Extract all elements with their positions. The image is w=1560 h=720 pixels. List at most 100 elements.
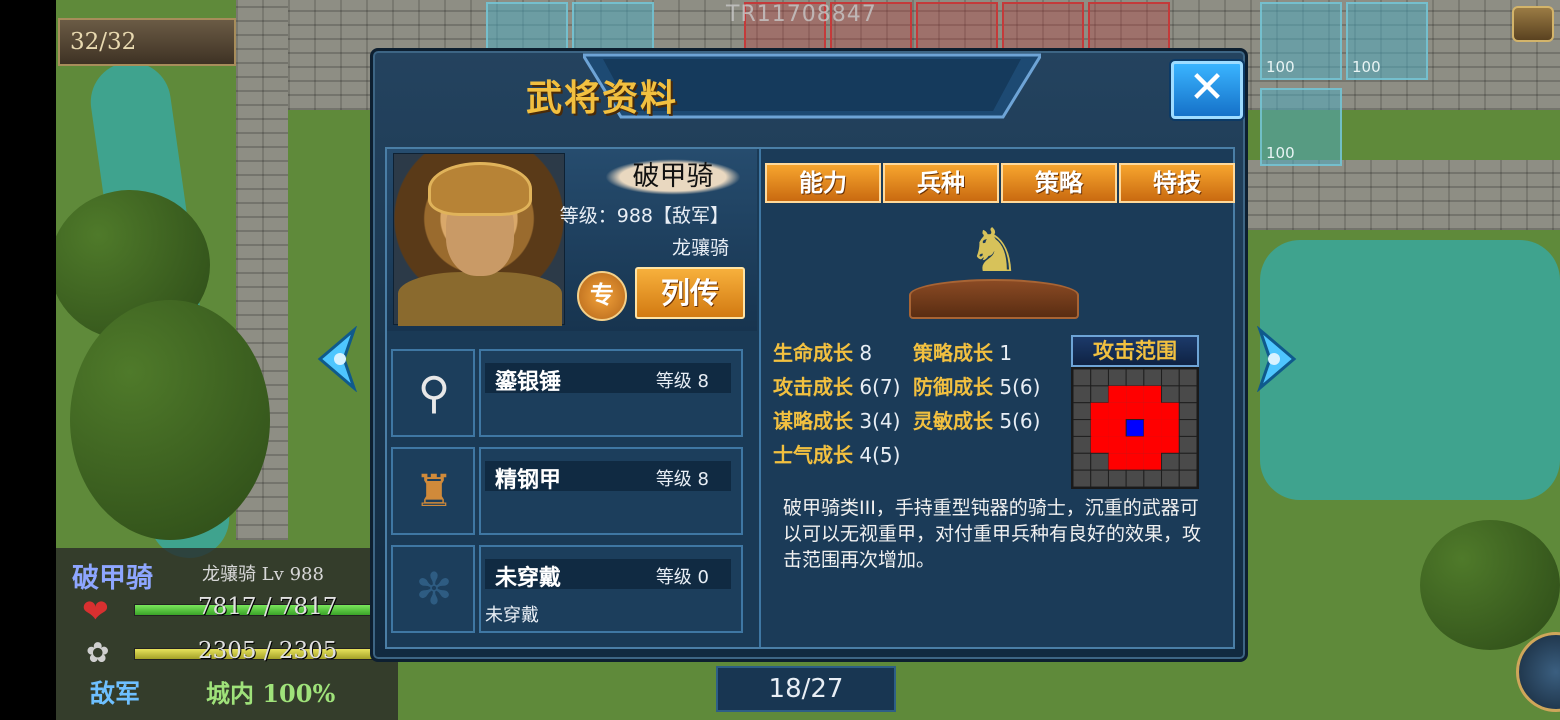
general-class: 龙骧骑 xyxy=(671,237,729,259)
equipment-name-bar: 未穿戴 等级 0 xyxy=(485,559,731,591)
stat-agility-growth: 灵敏成长 5(6) xyxy=(913,405,1040,434)
prev-arrow-icon[interactable] xyxy=(310,326,360,392)
tile-value: 100 xyxy=(1266,144,1295,162)
range-cell-empty xyxy=(1073,385,1092,404)
next-arrow-icon[interactable] xyxy=(1254,326,1304,392)
range-cell-empty xyxy=(1125,369,1145,387)
range-cell-reach xyxy=(1161,419,1180,437)
range-cell-reach xyxy=(1090,402,1109,420)
stat-attack-growth: 攻击成长 6(7) xyxy=(773,371,900,400)
stat-defense-growth: 防御成长 5(6) xyxy=(913,371,1040,400)
range-cell-reach xyxy=(1090,436,1109,454)
portrait-armor xyxy=(398,272,562,326)
detail-panel: 能力 兵种 策略 特技 ♞ 生命成长 8 策略成长 1 攻击成长 6(7) 防御… xyxy=(759,149,1235,647)
city-wall-right xyxy=(1240,160,1560,230)
range-cell-empty xyxy=(1178,419,1197,437)
range-cell-empty xyxy=(1073,402,1092,421)
hammer-icon: ⚲ xyxy=(417,368,451,419)
range-cell-reach xyxy=(1143,385,1162,403)
range-cell-reach xyxy=(1161,436,1180,454)
equipment-sub: 未穿戴 xyxy=(485,605,539,626)
equipment-slot-armor[interactable]: ♜ 精钢甲 等级 8 xyxy=(391,447,743,535)
range-cell-reach xyxy=(1126,436,1144,454)
range-cell-empty xyxy=(1073,435,1092,454)
range-cell-reach xyxy=(1108,419,1127,437)
stat-morale-growth: 士气成长 4(5) xyxy=(773,439,900,468)
range-cell-empty xyxy=(1161,385,1180,404)
range-cell-reach xyxy=(1143,419,1162,437)
turn-counter: 32/32 xyxy=(58,18,236,66)
range-cell-empty xyxy=(1178,469,1197,487)
stat-value: 8 xyxy=(859,341,873,365)
range-cell-reach xyxy=(1143,402,1162,420)
equipment-body: 未穿戴 等级 0 未穿戴 xyxy=(479,545,743,633)
feather-icon: ✿ xyxy=(86,636,110,669)
general-name: 破甲骑 xyxy=(605,159,741,195)
unit-class-level: 龙骧骑 Lv 988 xyxy=(202,564,324,585)
portrait-turban xyxy=(428,162,532,216)
stat-label: 谋略成长 xyxy=(773,409,853,433)
tab-skill[interactable]: 特技 xyxy=(1119,163,1235,203)
stat-value: 5(6) xyxy=(999,409,1041,433)
stat-label: 防御成长 xyxy=(913,375,993,399)
heart-icon: ❤ xyxy=(82,592,109,630)
equipment-name: 鎏银锤 xyxy=(495,370,562,395)
forest xyxy=(70,300,270,540)
range-cell-reach xyxy=(1143,453,1162,471)
cavalry-icon: ♞ xyxy=(967,216,1021,286)
range-cell-empty xyxy=(1125,469,1145,487)
stat-value: 1 xyxy=(999,341,1013,365)
range-cell-empty xyxy=(1107,469,1127,487)
biography-button[interactable]: 列传 xyxy=(635,267,745,319)
equipment-slot-accessory[interactable]: ✼ 未穿戴 等级 0 未穿戴 xyxy=(391,545,743,633)
map-tile[interactable]: 100 xyxy=(1260,2,1342,80)
range-cell-empty xyxy=(1161,369,1180,387)
attack-range-grid xyxy=(1071,367,1199,489)
equipment-icon-box: ✼ xyxy=(391,545,475,633)
stat-value: 3(4) xyxy=(859,409,901,433)
range-cell-empty xyxy=(1090,469,1109,487)
unit-location: 城内 100% xyxy=(206,679,336,708)
equipment-name: 未穿戴 xyxy=(495,566,562,591)
tab-strategy[interactable]: 策略 xyxy=(1001,163,1117,203)
unit-side: 敌军 xyxy=(90,679,141,708)
range-cell-empty xyxy=(1178,369,1197,387)
map-tile[interactable]: 100 xyxy=(1346,2,1428,80)
range-cell-reach xyxy=(1090,419,1109,437)
range-cell-empty xyxy=(1161,452,1180,471)
range-cell-empty xyxy=(1178,452,1197,471)
stat-value: 4(5) xyxy=(859,443,901,467)
tab-ability[interactable]: 能力 xyxy=(765,163,881,203)
tab-troop-type[interactable]: 兵种 xyxy=(883,163,999,203)
range-cell-empty xyxy=(1073,369,1092,387)
dialog-title: 武将资料 xyxy=(525,77,678,119)
equipment-level: 等级 8 xyxy=(655,469,709,490)
system-menu-button[interactable] xyxy=(1512,6,1554,42)
range-cell-empty xyxy=(1143,469,1163,487)
stat-hp-growth: 生命成长 8 xyxy=(773,337,872,366)
stat-label: 灵敏成长 xyxy=(913,409,993,433)
general-level: 等级：988【敌军】 xyxy=(559,205,729,227)
range-cell-reach xyxy=(1108,453,1127,471)
close-icon: ✕ xyxy=(1188,62,1226,113)
range-cell-empty xyxy=(1107,369,1127,387)
range-cell-empty xyxy=(1090,452,1109,471)
close-button[interactable]: ✕ xyxy=(1171,61,1243,119)
equipment-name: 精钢甲 xyxy=(495,468,562,493)
equipment-slot-weapon[interactable]: ⚲ 鎏银锤 等级 8 xyxy=(391,349,743,437)
unit-status-panel: 破甲骑 龙骧骑 Lv 988 ❤ 7817 / 7817 ✿ 2305 / 23… xyxy=(56,548,398,720)
equipment-name-bar: 鎏银锤 等级 8 xyxy=(485,363,731,395)
general-info-dialog: 武将资料 ✕ 破甲骑 等级：988【敌军】 龙骧骑 专 列传 ⚲ 鎏银锤 等级 … xyxy=(370,48,1248,662)
mp-text: 2305 / 2305 xyxy=(198,638,338,664)
range-cell-empty xyxy=(1073,452,1092,471)
map-tile[interactable]: 100 xyxy=(1260,88,1342,166)
range-cell-reach xyxy=(1143,436,1162,454)
stat-label: 生命成长 xyxy=(773,341,853,365)
forest xyxy=(1420,520,1560,650)
action-round-button[interactable] xyxy=(1516,632,1560,712)
equipment-icon-box: ♜ xyxy=(391,447,475,535)
equipment-name-bar: 精钢甲 等级 8 xyxy=(485,461,731,493)
screen-edge xyxy=(0,0,56,720)
specialty-badge[interactable]: 专 xyxy=(577,271,627,321)
stat-intellect-growth: 谋略成长 3(4) xyxy=(773,405,900,434)
